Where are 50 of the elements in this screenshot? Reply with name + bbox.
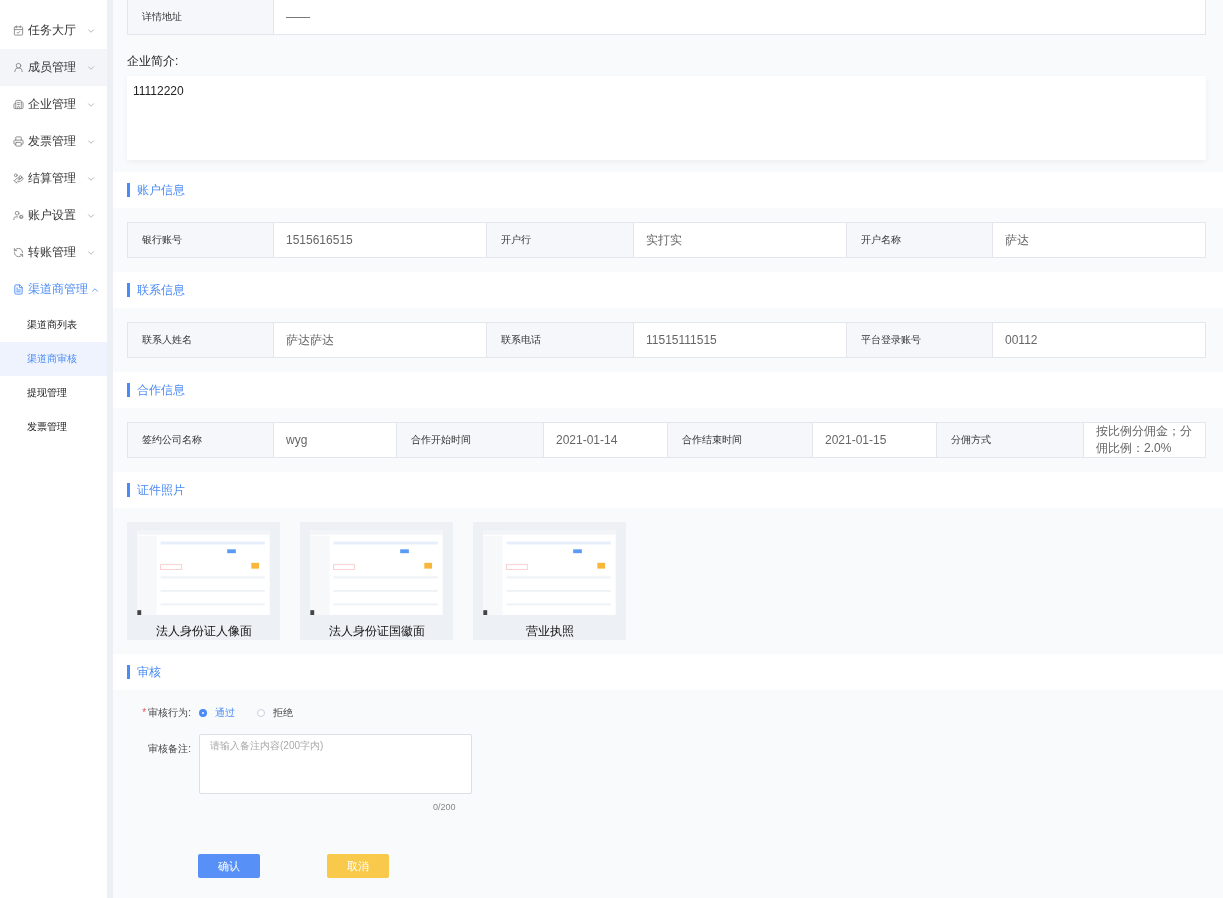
field-label: 分佣方式: [936, 423, 1084, 457]
field-value: wyg: [285, 431, 309, 449]
field-label: 银行账号: [128, 223, 274, 257]
field-value: 萨达萨达: [285, 331, 335, 349]
field-value: 2021-01-14: [555, 431, 619, 449]
field-value: 按比例分佣金；分佣比例：2.0%: [1095, 423, 1193, 457]
coin-hand-icon: [13, 173, 24, 184]
photo-card[interactable]: 法人身份证国徽面: [300, 522, 453, 640]
photo-caption: 法人身份证人像面: [155, 623, 252, 640]
menu-item[interactable]: 成员管理: [0, 49, 107, 86]
building-icon: [13, 99, 24, 110]
field-value: 11515111515: [645, 331, 718, 349]
form-label: 审核备注:: [147, 742, 191, 756]
intro-label: 企业简介:: [127, 53, 180, 70]
photo-caption: 法人身份证国徽面: [328, 623, 425, 640]
section-title: 合作信息: [127, 383, 185, 397]
field-label: 合作结束时间: [667, 423, 813, 457]
document-icon: [13, 284, 24, 295]
section-title: 证件照片: [127, 483, 185, 497]
field-label: 开户名称: [846, 223, 993, 257]
field-label: 联系人姓名: [128, 323, 274, 357]
calendar-icon: [13, 25, 24, 36]
field-value: 2021-01-15: [824, 431, 888, 449]
intro-text: 11112220: [127, 76, 1206, 160]
field-label: 联系电话: [486, 323, 634, 357]
user-gear-icon: [13, 210, 24, 221]
field-label: 签约公司名称: [128, 423, 274, 457]
printer-icon: [13, 136, 24, 147]
required-mark: *: [142, 707, 147, 718]
field-value: 00112: [1004, 331, 1039, 349]
field-value: 实打实: [645, 231, 683, 249]
section-title: 审核: [127, 665, 161, 679]
char-counter: 0/200: [433, 802, 457, 812]
refresh-icon: [13, 247, 24, 258]
field-value: ——: [285, 8, 311, 26]
field-label: 合作开始时间: [396, 423, 544, 457]
field-value: 萨达: [1004, 231, 1030, 249]
photo-card[interactable]: 法人身份证人像面: [127, 522, 280, 640]
section-title: 联系信息: [127, 283, 185, 297]
field-value: 1515616515: [285, 231, 354, 249]
field-label: 开户行: [486, 223, 634, 257]
remark-field[interactable]: 请输入备注内容(200字内): [199, 734, 472, 794]
photo-card[interactable]: 营业执照: [473, 522, 626, 640]
form-label: * 审核行为:: [141, 706, 191, 720]
field-label: 详情地址: [128, 0, 274, 34]
section-title: 账户信息: [127, 183, 185, 197]
photo-caption: 营业执照: [525, 623, 574, 640]
field-label: 平台登录账号: [846, 323, 993, 357]
user-icon: [13, 62, 24, 73]
radio-option[interactable]: 拒绝: [257, 706, 293, 720]
